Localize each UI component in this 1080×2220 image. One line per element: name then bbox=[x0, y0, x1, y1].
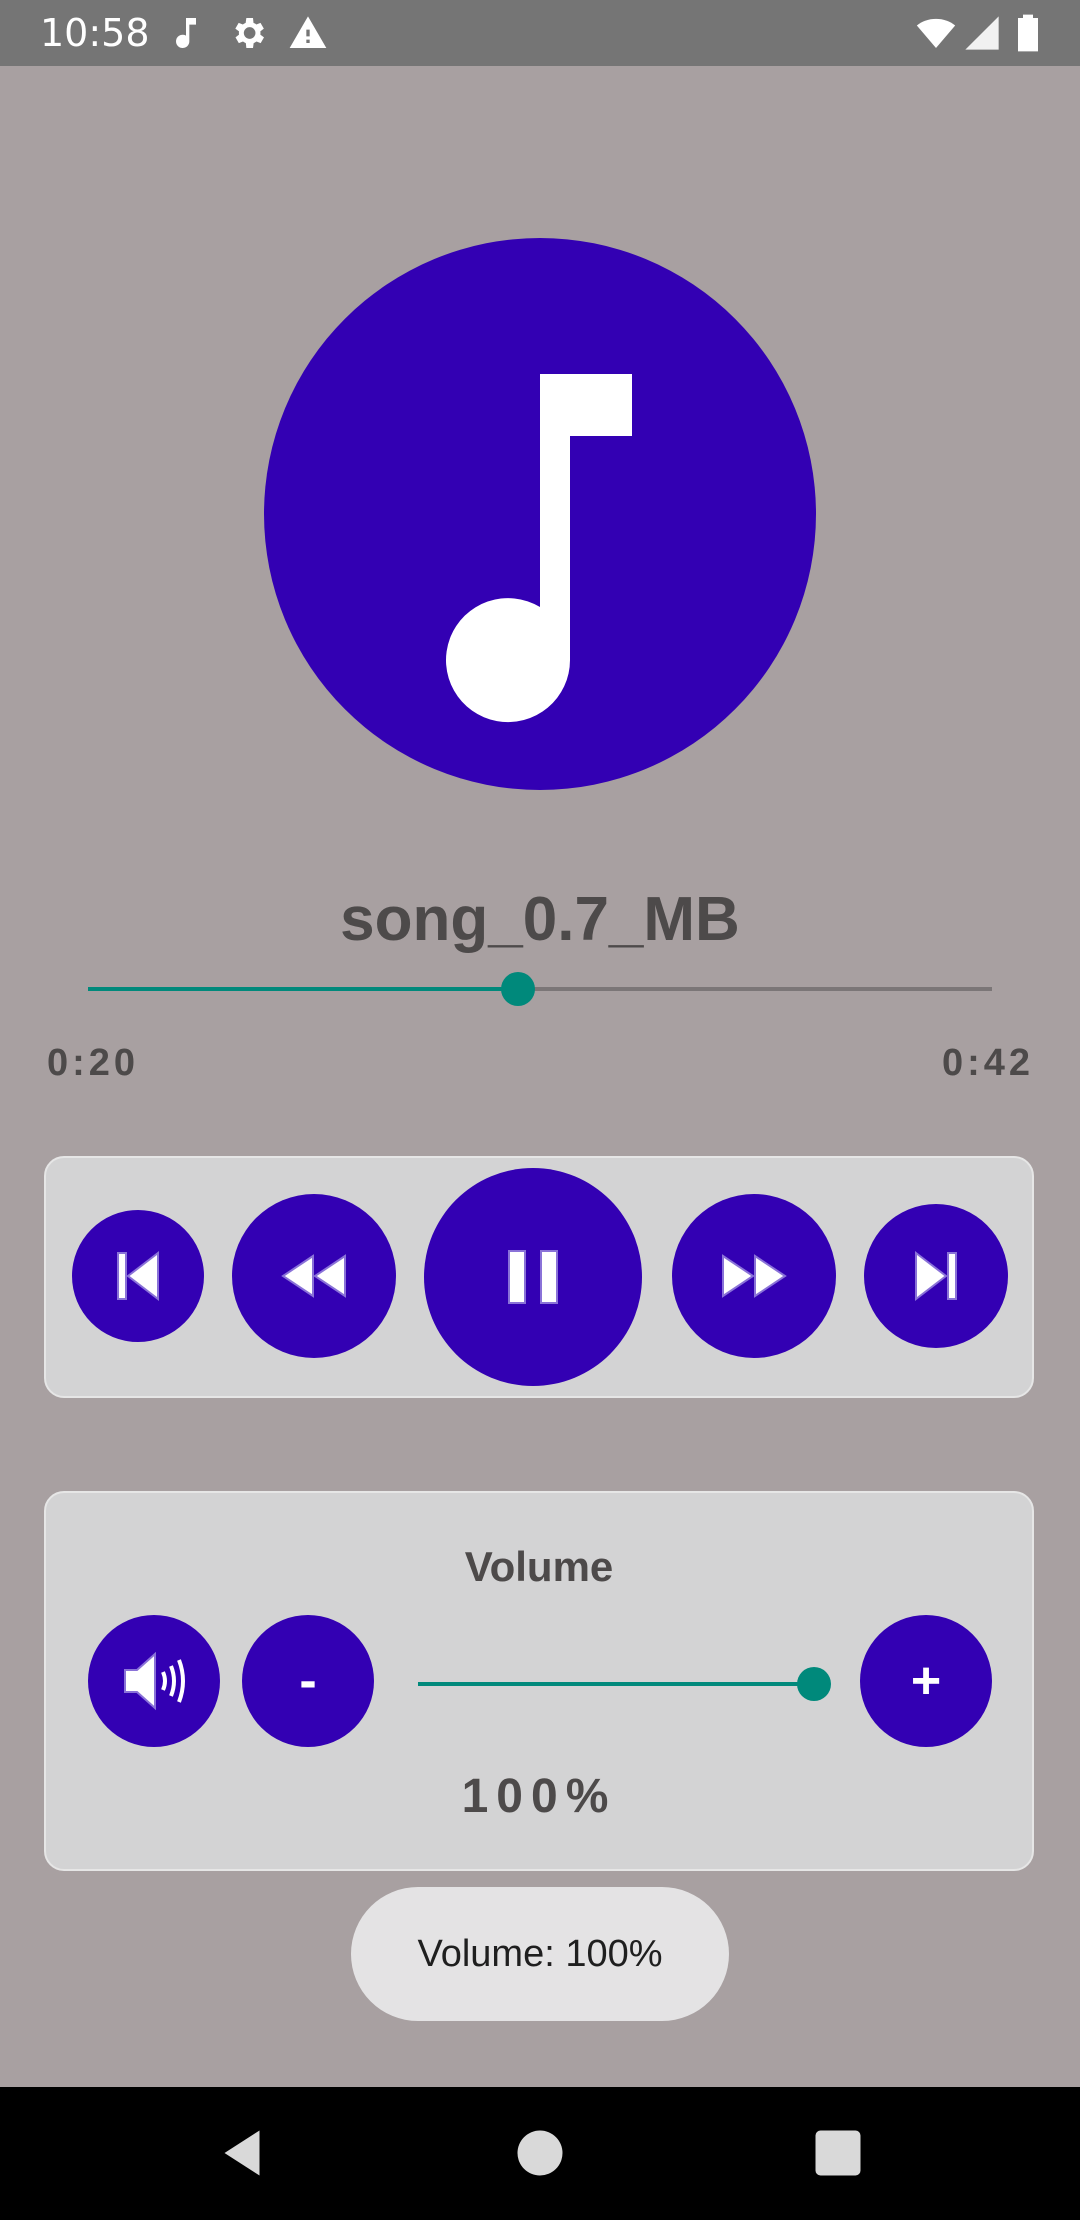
volume-slider-thumb[interactable] bbox=[797, 1667, 831, 1701]
toast: Volume: 100% bbox=[351, 1887, 729, 2021]
total-duration: 0:42 bbox=[941, 1042, 1034, 1084]
volume-down-button[interactable]: - bbox=[242, 1615, 374, 1747]
album-art bbox=[264, 238, 816, 790]
status-time: 10:58 bbox=[40, 11, 150, 55]
fast-forward-button[interactable] bbox=[672, 1194, 836, 1358]
gear-icon bbox=[228, 13, 268, 53]
fast-forward-icon bbox=[722, 1254, 787, 1298]
seek-bar-progress bbox=[88, 987, 519, 991]
status-bar: 10:58 bbox=[0, 0, 1080, 66]
pause-button[interactable] bbox=[424, 1168, 642, 1386]
rewind-button[interactable] bbox=[232, 1194, 396, 1358]
toast-message: Volume: 100% bbox=[417, 1932, 663, 1975]
volume-panel: Volume - + 100% bbox=[44, 1491, 1034, 1871]
battery-icon bbox=[1012, 13, 1044, 53]
volume-up-button[interactable]: + bbox=[860, 1615, 992, 1747]
volume-slider[interactable] bbox=[418, 1667, 831, 1701]
volume-slider-level bbox=[418, 1682, 814, 1686]
seek-bar-thumb[interactable] bbox=[501, 972, 536, 1006]
volume-heading: Volume bbox=[464, 1543, 614, 1590]
recents-icon[interactable] bbox=[808, 2123, 868, 2183]
elapsed-time: 0:20 bbox=[47, 1042, 140, 1084]
warning-icon bbox=[288, 13, 328, 53]
seek-bar[interactable] bbox=[88, 972, 992, 1006]
song-title: song_0.7_MB bbox=[340, 885, 740, 954]
skip-previous-button[interactable] bbox=[72, 1210, 204, 1342]
playback-controls bbox=[44, 1156, 1034, 1398]
home-icon[interactable] bbox=[510, 2123, 570, 2183]
volume-up-label: + bbox=[910, 1652, 942, 1710]
back-icon[interactable] bbox=[212, 2123, 272, 2183]
speaker-icon bbox=[124, 1651, 185, 1711]
music-note-icon bbox=[166, 13, 206, 53]
skip-previous-icon bbox=[117, 1251, 159, 1301]
skip-next-button[interactable] bbox=[864, 1204, 1008, 1348]
rewind-icon bbox=[281, 1254, 346, 1298]
mute-button[interactable] bbox=[88, 1615, 220, 1747]
cell-signal-icon bbox=[962, 13, 1002, 53]
navigation-bar bbox=[0, 2087, 1080, 2220]
wifi-icon bbox=[914, 13, 958, 53]
volume-down-label: - bbox=[299, 1652, 317, 1710]
skip-next-icon bbox=[915, 1251, 957, 1301]
music-note-icon bbox=[446, 374, 632, 723]
volume-percent: 100% bbox=[461, 1770, 617, 1823]
pause-icon bbox=[508, 1250, 558, 1304]
